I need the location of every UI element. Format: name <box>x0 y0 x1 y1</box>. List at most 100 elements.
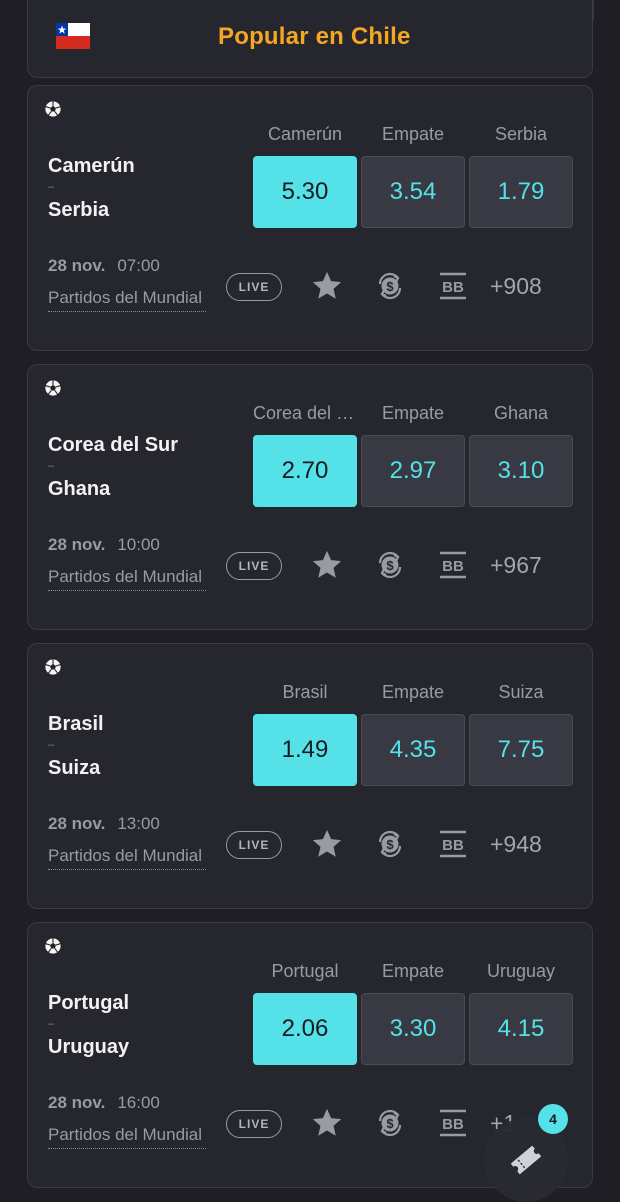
scroll-edge <box>593 0 594 20</box>
away-team: Uruguay <box>48 1036 130 1058</box>
odd-button[interactable]: 7.75 <box>469 714 573 786</box>
odds-label: Ghana <box>493 403 549 423</box>
svg-text:$: $ <box>386 1116 394 1131</box>
odds-label: Serbia <box>494 124 548 144</box>
odd-button[interactable]: 2.97 <box>361 435 465 507</box>
chile-flag-icon <box>56 23 90 49</box>
soccer-ball-icon <box>44 658 62 676</box>
match-teams[interactable]: Camerún – Serbia <box>48 154 135 222</box>
live-badge[interactable]: LIVE <box>226 273 282 301</box>
soccer-ball-icon <box>44 937 62 955</box>
league-link[interactable]: Partidos del Mundial <box>48 846 206 870</box>
odd-button[interactable]: 4.35 <box>361 714 465 786</box>
match-date: 28 nov. <box>48 535 106 554</box>
more-markets-link[interactable]: +908 <box>490 273 542 300</box>
match-teams[interactable]: Corea del Sur – Ghana <box>48 433 178 501</box>
odds-label: Corea del Sur <box>253 403 357 423</box>
match-time: 13:00 <box>117 814 160 833</box>
away-team: Suiza <box>48 757 101 779</box>
odd-button[interactable]: 3.54 <box>361 156 465 228</box>
odds-label: Camerún <box>267 124 343 144</box>
odds-label: Empate <box>381 403 445 423</box>
svg-text:BB: BB <box>442 558 464 575</box>
home-team: Portugal <box>48 992 130 1014</box>
favorite-star-icon[interactable] <box>309 826 345 862</box>
odds-header: Portugal Empate Uruguay <box>253 961 575 985</box>
odds-header: Brasil Empate Suiza <box>253 682 575 706</box>
bet-builder-icon[interactable]: BB <box>435 826 471 862</box>
match-teams[interactable]: Brasil – Suiza <box>48 712 104 780</box>
live-badge[interactable]: LIVE <box>226 552 282 580</box>
cashout-icon[interactable]: $ <box>372 547 408 583</box>
team-separator: – <box>48 1018 55 1030</box>
match-card[interactable]: Camerún – Serbia Camerún Empate Serbia 5.30 3.5… <box>27 85 593 351</box>
match-time: 16:00 <box>117 1093 160 1112</box>
popular-header: Popular en Chile <box>27 0 593 78</box>
match-datetime: 28 nov. 07:00 <box>48 256 160 276</box>
cashout-icon[interactable]: $ <box>372 268 408 304</box>
match-date: 28 nov. <box>48 814 106 833</box>
league-link[interactable]: Partidos del Mundial <box>48 1125 206 1149</box>
match-datetime: 28 nov. 10:00 <box>48 535 160 555</box>
home-team: Brasil <box>48 713 104 735</box>
odds-label: Empate <box>381 682 445 702</box>
soccer-ball-icon <box>44 100 62 118</box>
odds-label: Empate <box>381 124 445 144</box>
svg-text:$: $ <box>386 558 394 573</box>
match-datetime: 28 nov. 16:00 <box>48 1093 160 1113</box>
live-badge[interactable]: LIVE <box>226 831 282 859</box>
odd-button[interactable]: 2.70 <box>253 435 357 507</box>
team-separator: – <box>48 181 55 193</box>
away-team: Ghana <box>48 478 111 500</box>
match-card[interactable]: Corea del Sur – Ghana Corea del Sur Empate Gh… <box>27 364 593 630</box>
home-team: Camerún <box>48 155 135 177</box>
match-time: 10:00 <box>117 535 160 554</box>
more-markets-link[interactable]: +948 <box>490 831 542 858</box>
more-markets-link[interactable]: +967 <box>490 552 542 579</box>
odd-button[interactable]: 5.30 <box>253 156 357 228</box>
bet-builder-icon[interactable]: BB <box>435 547 471 583</box>
team-separator: – <box>48 460 55 472</box>
odd-button[interactable]: 2.06 <box>253 993 357 1065</box>
cashout-icon[interactable]: $ <box>372 826 408 862</box>
match-teams[interactable]: Portugal – Uruguay <box>48 991 129 1059</box>
live-badge[interactable]: LIVE <box>226 1110 282 1138</box>
favorite-star-icon[interactable] <box>309 268 345 304</box>
page-title: Popular en Chile <box>218 23 411 50</box>
match-date: 28 nov. <box>48 1093 106 1112</box>
match-date: 28 nov. <box>48 256 106 275</box>
odds-header: Corea del Sur Empate Ghana <box>253 403 575 427</box>
match-card[interactable]: Brasil – Suiza Brasil Empate Suiza 1.49 4.35 7.7… <box>27 643 593 909</box>
odds-label: Uruguay <box>486 961 556 981</box>
odd-button[interactable]: 1.79 <box>469 156 573 228</box>
odds-header: Camerún Empate Serbia <box>253 124 575 148</box>
odds-label: Portugal <box>271 961 339 981</box>
match-time: 07:00 <box>117 256 160 275</box>
betslip-count-badge: 4 <box>538 1104 568 1134</box>
bet-builder-icon[interactable]: BB <box>435 268 471 304</box>
odd-button[interactable]: 3.30 <box>361 993 465 1065</box>
ticket-icon <box>510 1145 542 1175</box>
svg-text:BB: BB <box>442 1116 464 1133</box>
odd-button[interactable]: 4.15 <box>469 993 573 1065</box>
odd-button[interactable]: 3.10 <box>469 435 573 507</box>
favorite-star-icon[interactable] <box>309 1105 345 1141</box>
soccer-ball-icon <box>44 379 62 397</box>
svg-text:$: $ <box>386 279 394 294</box>
odds-label: Empate <box>381 961 445 981</box>
cashout-icon[interactable]: $ <box>372 1105 408 1141</box>
match-datetime: 28 nov. 13:00 <box>48 814 160 834</box>
svg-text:BB: BB <box>442 279 464 296</box>
bet-builder-icon[interactable]: BB <box>435 1105 471 1141</box>
odd-button[interactable]: 1.49 <box>253 714 357 786</box>
home-team: Corea del Sur <box>48 434 179 456</box>
favorite-star-icon[interactable] <box>309 547 345 583</box>
league-link[interactable]: Partidos del Mundial <box>48 288 206 312</box>
league-link[interactable]: Partidos del Mundial <box>48 567 206 591</box>
odds-label: Suiza <box>498 682 544 702</box>
svg-text:$: $ <box>386 837 394 852</box>
svg-text:BB: BB <box>442 837 464 854</box>
odds-label: Brasil <box>282 682 328 702</box>
team-separator: – <box>48 739 55 751</box>
away-team: Serbia <box>48 199 110 221</box>
